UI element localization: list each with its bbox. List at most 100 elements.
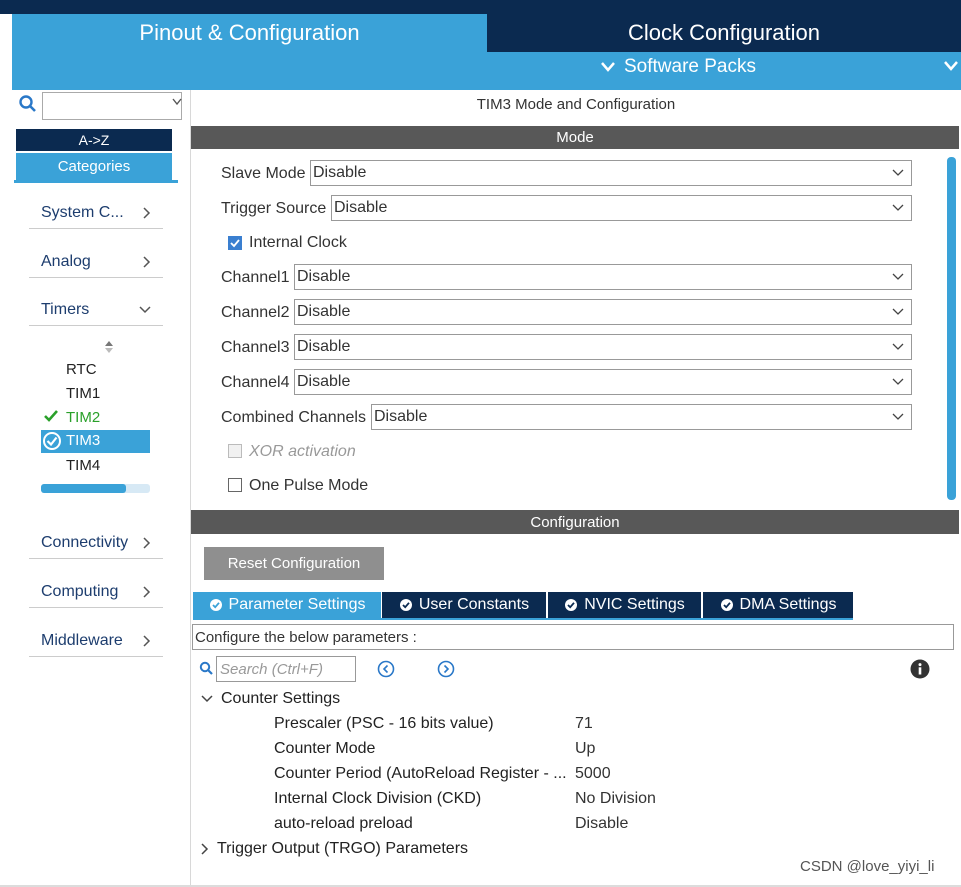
chevron-down-icon	[201, 695, 213, 703]
sidebar-item-label: Computing	[41, 582, 119, 600]
param-name: Counter Mode	[274, 740, 376, 757]
timer-item-tim3[interactable]: TIM3	[66, 432, 100, 449]
trigger-source-label: Trigger Source	[221, 200, 327, 217]
chevron-down-icon	[139, 305, 151, 313]
internal-clock-label: Internal Clock	[249, 234, 347, 251]
chevron-down-icon	[892, 378, 904, 385]
one-pulse-mode-checkbox[interactable]	[228, 478, 242, 492]
check-circle-icon	[720, 599, 733, 611]
sidebar-item-label: Analog	[41, 252, 91, 270]
info-icon[interactable]	[910, 659, 930, 679]
sidebar-search-input[interactable]	[42, 92, 182, 120]
chevron-down-icon[interactable]	[943, 60, 959, 72]
sidebar-item-timers[interactable]: Timers	[29, 294, 163, 326]
tree-node-label: Trigger Output (TRGO) Parameters	[217, 840, 469, 857]
watermark: CSDN @love_yiyi_li	[800, 858, 935, 875]
top-strip	[0, 0, 961, 14]
tab-label: DMA Settings	[739, 596, 837, 613]
mode-section-header: Mode	[191, 126, 959, 149]
sidebar-item-connectivity[interactable]: Connectivity	[29, 527, 163, 559]
tab-user-constants[interactable]: User Constants	[382, 592, 546, 618]
timer-item-tim2[interactable]: TIM2	[66, 409, 100, 426]
param-value[interactable]: Up	[575, 740, 595, 758]
channel4-select[interactable]: Disable	[294, 369, 912, 395]
sort-az-button[interactable]: A->Z	[16, 129, 172, 151]
param-name: auto-reload preload	[274, 815, 413, 832]
select-value: Disable	[313, 164, 367, 181]
param-value[interactable]: 5000	[575, 765, 611, 783]
sidebar-item-label: Middleware	[41, 631, 123, 649]
configure-description: Configure the below parameters :	[192, 624, 954, 650]
software-packs-label: Software Packs	[624, 56, 756, 77]
select-value: Disable	[297, 268, 351, 285]
tab-dma-settings[interactable]: DMA Settings	[703, 592, 853, 618]
scrollbar-thumb[interactable]	[41, 484, 126, 493]
tab-parameter-settings[interactable]: Parameter Settings	[193, 592, 381, 618]
timer-item-rtc[interactable]: RTC	[66, 361, 97, 378]
search-icon[interactable]	[18, 94, 38, 114]
sidebar-item-system-core[interactable]: System C...	[29, 197, 163, 229]
sidebar-item-analog[interactable]: Analog	[29, 246, 163, 278]
chevron-down-icon	[892, 343, 904, 350]
search-icon[interactable]	[199, 661, 214, 676]
vertical-scrollbar[interactable]	[947, 157, 956, 500]
previous-icon[interactable]	[377, 660, 395, 678]
trigger-output-node[interactable]: Trigger Output (TRGO) Parameters	[201, 840, 468, 858]
sidebar-item-label: System C...	[41, 203, 124, 221]
channel2-select[interactable]: Disable	[294, 299, 912, 325]
chevron-right-icon	[143, 255, 151, 268]
software-packs-menu[interactable]: Software Packs	[600, 56, 756, 78]
configuration-section-header: Configuration	[191, 510, 959, 534]
chevron-right-icon	[143, 634, 151, 647]
param-value[interactable]: 71	[575, 715, 593, 733]
combined-channels-select[interactable]: Disable	[371, 404, 912, 430]
categories-button[interactable]: Categories	[16, 153, 172, 180]
checkmark-icon	[230, 239, 240, 248]
trigger-source-select[interactable]: Disable	[331, 195, 912, 221]
chevron-down-icon	[892, 308, 904, 315]
chevron-down-icon	[601, 62, 615, 72]
counter-settings-node[interactable]: Counter Settings	[201, 690, 340, 708]
next-icon[interactable]	[437, 660, 455, 678]
chevron-down-icon	[892, 169, 904, 176]
channel3-select[interactable]: Disable	[294, 334, 912, 360]
slave-mode-label: Slave Mode	[221, 165, 306, 182]
channel1-label: Channel1	[221, 269, 290, 286]
sidebar-item-label: Connectivity	[41, 533, 129, 551]
sort-icon[interactable]	[104, 340, 114, 354]
check-circle-icon	[399, 599, 412, 611]
channel2-label: Channel2	[221, 304, 290, 321]
combined-channels-label: Combined Channels	[221, 409, 366, 426]
chevron-right-icon	[143, 206, 151, 219]
check-circle-icon	[209, 599, 222, 611]
chevron-right-icon	[143, 536, 151, 549]
channel1-select[interactable]: Disable	[294, 264, 912, 290]
chevron-right-icon	[143, 585, 151, 598]
tab-label: User Constants	[418, 596, 530, 613]
select-value: Disable	[374, 408, 428, 425]
param-value[interactable]: Disable	[575, 815, 628, 833]
chevron-down-icon	[892, 273, 904, 280]
xor-activation-checkbox	[228, 444, 242, 458]
parameter-search-input[interactable]: Search (Ctrl+F)	[216, 656, 356, 682]
tab-clock-configuration[interactable]: Clock Configuration	[487, 14, 961, 52]
divider	[193, 618, 853, 620]
tab-pinout-configuration[interactable]: Pinout & Configuration	[12, 14, 487, 52]
slave-mode-select[interactable]: Disable	[310, 160, 912, 186]
param-value[interactable]: No Division	[575, 790, 656, 808]
chevron-down-icon[interactable]	[172, 98, 182, 106]
timer-item-tim1[interactable]: TIM1	[66, 385, 100, 402]
xor-activation-label: XOR activation	[249, 443, 356, 460]
sidebar-item-label: Timers	[41, 300, 90, 318]
internal-clock-checkbox[interactable]	[228, 236, 242, 250]
sidebar-item-computing[interactable]: Computing	[29, 576, 163, 608]
tab-nvic-settings[interactable]: NVIC Settings	[548, 592, 701, 618]
reset-configuration-button[interactable]: Reset Configuration	[204, 547, 384, 580]
timer-item-tim4[interactable]: TIM4	[66, 457, 100, 474]
check-circle-icon	[565, 599, 578, 611]
chevron-down-icon	[892, 413, 904, 420]
select-value: Disable	[297, 373, 351, 390]
one-pulse-mode-label: One Pulse Mode	[249, 477, 369, 494]
channel4-label: Channel4	[221, 374, 290, 391]
sidebar-item-middleware[interactable]: Middleware	[29, 625, 163, 657]
